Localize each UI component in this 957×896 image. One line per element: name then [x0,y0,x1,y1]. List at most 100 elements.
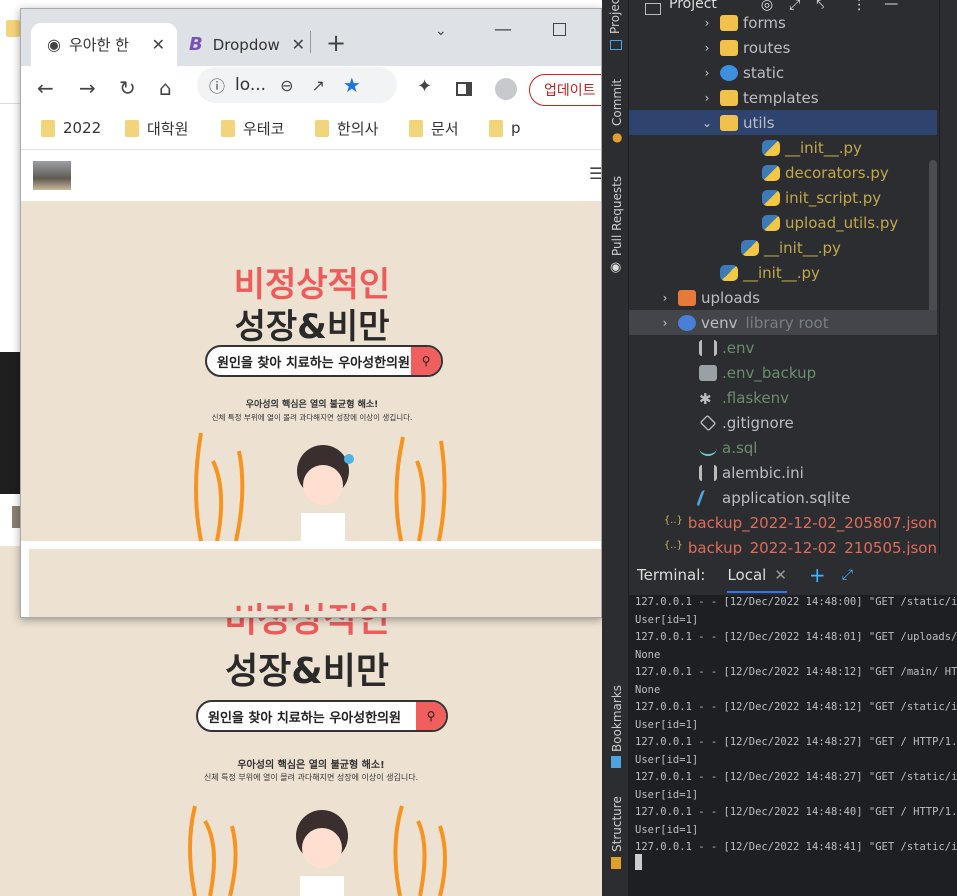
bookmark-icon [611,756,621,768]
terminal-tab-local[interactable]: Local ✕ [727,558,787,593]
project-tool-tab[interactable]: Project [608,0,622,34]
tree-item[interactable]: application.sqlite [629,485,937,510]
close-tab-icon[interactable]: ✕ [774,566,787,584]
search-icon[interactable]: ⚲ [411,347,441,375]
tree-item[interactable]: __init__.py [629,235,937,260]
search-icon[interactable]: ⚲ [416,702,446,730]
terminal-line: 127.0.0.1 - - [12/Dec/2022 14:48:01] "GE… [635,631,957,643]
tree-item[interactable]: .env_backup [629,360,937,385]
terminal-line: 127.0.0.1 - - [12/Dec/2022 14:48:40] "GE… [635,806,957,818]
folder-icon [41,119,55,137]
tree-item[interactable]: .gitignore [629,410,937,435]
hamburger-menu-icon[interactable]: ☰ [589,164,601,183]
bootstrap-icon: B [189,34,203,55]
tree-item[interactable]: › static [629,60,937,85]
info-icon[interactable]: ⓘ [209,73,225,97]
chevron-right-icon[interactable]: › [700,41,714,55]
tab-title: 우아한 한 [68,36,129,54]
terminal-line: 127.0.0.1 - - [12/Dec/2022 14:48:27] "GE… [635,736,957,748]
tree-item-label: utils [743,113,775,132]
tree-item[interactable]: ✱ .flaskenv [629,385,937,410]
tree-item[interactable]: upload_utils.py [629,210,937,235]
chevron-right-icon[interactable]: › [700,91,714,105]
bookmark-item[interactable]: 문서 [409,113,459,143]
page-viewport: ☰ 비정상적인 성장&비만 원인을 찾아 치료하는 우아성한의원 ⚲ 우아성의 … [21,149,601,617]
github-icon: ◉ [610,260,622,275]
tree-item[interactable]: › templates [629,85,937,110]
share-icon[interactable]: ↗ [311,76,324,95]
tab-active[interactable]: ◉ 우아한 한 ✕ [31,23,177,66]
bookmark-star-icon[interactable]: ★ [343,73,361,97]
structure-tool-tab[interactable]: Structure [610,796,624,852]
terminal-line: 127.0.0.1 - - [12/Dec/2022 14:48:12] "GE… [635,701,957,713]
tree-item[interactable]: a.sql [629,435,937,460]
side-panel-icon[interactable] [456,82,472,96]
chevron-right-icon[interactable]: › [658,291,672,305]
tree-item[interactable]: decorators.py [629,160,937,185]
bg-search-text: 원인을 찾아 치료하는 우아성한의원 [208,710,401,726]
extensions-icon[interactable]: ✦ [417,76,432,97]
tab-inactive[interactable]: B Dropdow ✕ [179,23,309,66]
maximize-icon[interactable] [553,23,566,36]
tree-item[interactable]: › forms [629,10,937,35]
tree-item[interactable]: .env [629,335,937,360]
profile-avatar[interactable] [495,78,517,100]
pull-requests-tool-tab[interactable]: Pull Requests [610,176,624,256]
chevron-down-icon[interactable]: ⌄ [700,116,714,130]
tree-item[interactable]: __init__.py [629,260,937,285]
chevron-right-icon[interactable]: › [700,16,714,30]
close-tab-icon[interactable]: ✕ [292,35,305,54]
commit-tool-tab[interactable]: Commit [610,79,624,126]
chevron-down-icon[interactable]: ⌄ [435,23,447,39]
py-icon [762,139,780,156]
tree-item[interactable]: __init__.py [629,135,937,160]
tree-item[interactable]: › routes [629,35,937,60]
terminal-line: User[id=1] [635,718,699,731]
minimize-icon[interactable]: — [494,19,512,40]
bg-hero-illustration [188,805,447,896]
hero-gap [21,541,601,549]
reload-icon[interactable]: ↻ [119,76,136,100]
folder-up-icon [678,289,696,306]
tree-item-label: templates [743,88,819,107]
folder-icon [221,119,235,137]
tree-item[interactable]: {..} backup_2022-12-02_210505.json [629,535,937,556]
py-icon [762,189,780,206]
tree-item[interactable]: init_script.py [629,185,937,210]
site-logo[interactable] [33,161,71,190]
bookmark-item[interactable]: 우테코 [221,113,284,143]
tree-item[interactable]: ⌄ utils [629,110,937,135]
tree-item[interactable]: › venv library root [629,310,937,335]
terminal-line: None [635,683,661,696]
bookmark-item[interactable]: p [489,113,521,143]
back-icon[interactable]: ← [37,76,54,100]
zoom-icon[interactable]: ⊖ [280,76,293,95]
terminal-header: Terminal: Local ✕ + ⤢ [629,555,957,595]
tree-item[interactable]: › uploads [629,285,937,310]
terminal-line: User[id=1] [635,788,699,801]
tree-item-label: __init__.py [764,238,841,257]
chevron-right-icon[interactable]: › [700,66,714,80]
tree-item[interactable]: alembic.ini [629,460,937,485]
bookmarks-tool-tab[interactable]: Bookmarks [610,685,624,752]
forward-icon[interactable]: → [79,76,96,100]
chevron-right-icon[interactable]: › [658,316,672,330]
new-tab-icon[interactable]: + [326,29,346,57]
bg-search-box[interactable]: 원인을 찾아 치료하는 우아성한의원 ⚲ [196,700,448,732]
new-terminal-icon[interactable]: + [809,563,826,587]
bookmark-item[interactable]: 대학원 [125,113,188,143]
tree-item[interactable]: {..} backup_2022-12-02_205807.json [629,510,937,535]
home-icon[interactable]: ⌂ [159,76,172,100]
bookmark-item[interactable]: 2022 [41,113,101,143]
update-button[interactable]: 업데이트 [529,74,601,106]
globe-icon: ◉ [47,35,61,54]
hero-search-box[interactable]: 원인을 찾아 치료하는 우아성한의원 ⚲ [205,345,443,377]
omnibox[interactable]: ⓘ lo... ⊖ ↗ ★ [197,67,397,103]
browser-window: ◉ 우아한 한 ✕ B Dropdow ✕ + ⌄ — ← → ↻ ⌂ ✦ 업데… [20,8,602,618]
cfg-icon [699,339,717,356]
terminal-output[interactable]: 127.0.0.1 - - [12/Dec/2022 14:48:00] "GE… [629,595,957,896]
bookmark-item[interactable]: 한의사 [315,113,378,143]
maximize-terminal-icon[interactable]: ⤢ [842,567,853,583]
hero2-title-red: 비정상적인 [21,593,601,611]
close-tab-icon[interactable]: ✕ [152,35,165,54]
